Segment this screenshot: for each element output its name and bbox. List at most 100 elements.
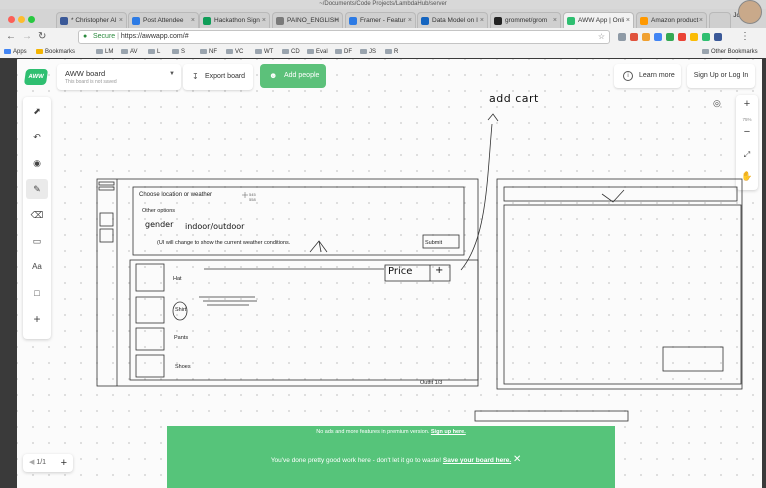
close-tab-icon[interactable]: ×: [119, 13, 123, 28]
browser-chrome: * Christopher Al × Post Attendee × Hackathon…: [0, 9, 766, 58]
tab-label: grommet/grom: [505, 17, 548, 24]
extension-icon[interactable]: [678, 33, 686, 41]
tab-label: AWW App | Onli: [578, 17, 625, 24]
extension-icon[interactable]: [654, 33, 662, 41]
secure-label: Secure: [93, 33, 116, 40]
weather-prompt: Choose location or weather: [139, 192, 213, 198]
extension-icon[interactable]: [702, 33, 710, 41]
favicon-icon: [349, 17, 357, 25]
maximize-window-icon[interactable]: [28, 16, 35, 23]
tab-label: Hackathon Sign: [214, 17, 260, 24]
extension-icon[interactable]: [630, 33, 638, 41]
back-icon[interactable]: ←: [6, 31, 16, 43]
bookmark-item[interactable]: AV: [121, 48, 138, 57]
bookmark-item[interactable]: Bookmarks: [36, 48, 75, 57]
extension-icon[interactable]: [618, 33, 626, 41]
minimize-window-icon[interactable]: [18, 16, 25, 23]
wireframe-menu-line: [98, 181, 115, 186]
close-window-icon[interactable]: [8, 16, 15, 23]
sketch-caret: [309, 240, 328, 253]
extension-icon[interactable]: [666, 33, 674, 41]
close-tab-icon[interactable]: ×: [335, 13, 339, 28]
tab-5[interactable]: Data Model on I ×: [417, 12, 488, 28]
item-label-shirt: Shirt: [175, 307, 187, 313]
favicon-icon: [203, 17, 211, 25]
bookmark-item[interactable]: DF: [335, 48, 352, 57]
prev-page-icon[interactable]: ◀: [29, 459, 34, 466]
bookmark-item[interactable]: NF: [200, 48, 217, 57]
bookmark-item[interactable]: Eval: [307, 48, 328, 57]
add-page-icon[interactable]: +: [61, 454, 67, 472]
close-tab-icon[interactable]: ×: [191, 13, 195, 28]
tab-4[interactable]: Framer - Featur ×: [345, 12, 416, 28]
whiteboard[interactable]: AWW AWW board This board is not saved ▼ …: [17, 59, 762, 488]
bookmark-item[interactable]: L: [148, 48, 160, 57]
url-text: https://awwapp.com/#: [120, 33, 189, 40]
close-tab-icon[interactable]: ×: [553, 13, 557, 28]
avatar[interactable]: [738, 0, 762, 24]
favicon-icon: [640, 17, 648, 25]
bookmarks-bar: Apps Bookmarks LM AV L S NF VC WT CD Eval DF JS R Oth…: [0, 47, 766, 58]
wireframe-side-box: [99, 228, 114, 243]
item-thumb-shoes: [135, 354, 165, 378]
close-tab-icon[interactable]: ×: [699, 13, 703, 28]
new-tab-button[interactable]: [709, 12, 731, 28]
close-tab-icon[interactable]: ×: [626, 13, 630, 28]
tab-2[interactable]: Hackathon Sign ×: [199, 12, 270, 28]
tab-label: Data Model on I: [432, 17, 478, 24]
close-icon[interactable]: ✕: [513, 454, 521, 465]
bookmark-item[interactable]: CD: [282, 48, 300, 57]
item-label-pants: Pants: [174, 335, 189, 341]
signup-link[interactable]: Sign up here.: [431, 429, 466, 435]
bookmark-item[interactable]: JS: [360, 48, 376, 57]
extension-icon[interactable]: [642, 33, 650, 41]
bookmark-star-icon[interactable]: ☆: [598, 31, 605, 43]
item-label-hat: Hat: [173, 276, 182, 282]
lock-icon: ●: [83, 33, 88, 40]
close-tab-icon[interactable]: ×: [262, 13, 266, 28]
address-bar[interactable]: ● Secure | https://awwapp.com/# ☆: [78, 30, 610, 44]
bookmark-item[interactable]: LM: [96, 48, 113, 57]
tab-3[interactable]: PAINO_ENGLISH ×: [272, 12, 343, 28]
reload-icon[interactable]: ↻: [38, 31, 46, 43]
tab-8[interactable]: Amazon product ×: [636, 12, 707, 28]
item-label-shoes: Shoes: [175, 364, 191, 370]
wireframe-right-box: [662, 346, 724, 372]
extension-icon[interactable]: [690, 33, 698, 41]
arrowhead: [487, 113, 499, 122]
tab-strip: * Christopher Al × Post Attendee × Hackathon…: [0, 9, 766, 28]
sketch-checkmark: [601, 189, 625, 203]
item-thumb-hat: [135, 263, 165, 292]
save-text: You've done pretty good work here - don'…: [270, 457, 442, 464]
tab-label: Framer - Featur: [360, 17, 406, 24]
price-label: Price: [388, 266, 413, 277]
close-tab-icon[interactable]: ×: [480, 13, 484, 28]
bookmark-item[interactable]: Apps: [4, 48, 27, 57]
bookmark-item[interactable]: R: [385, 48, 398, 57]
bookmark-item[interactable]: WT: [255, 48, 273, 57]
page-navigator[interactable]: ◀ 1/1 +: [23, 454, 73, 472]
item-thumb-shirt: [135, 296, 165, 324]
tab-7[interactable]: AWW App | Onli ×: [563, 12, 634, 28]
bookmark-item[interactable]: S: [172, 48, 185, 57]
wireframe-menu-line: [98, 186, 115, 191]
ui-note: (UI will change to show the current weat…: [157, 240, 291, 246]
favicon-icon: [132, 17, 140, 25]
tab-1[interactable]: Post Attendee ×: [128, 12, 199, 28]
other-bookmarks[interactable]: Other Bookmarks: [702, 48, 758, 57]
menu-icon[interactable]: ⋮: [740, 31, 750, 43]
indoor-outdoor-label: indoor/outdoor: [185, 222, 245, 231]
save-board-link[interactable]: Save your board here.: [443, 457, 511, 464]
submit-label: Submit: [425, 240, 443, 246]
tab-0[interactable]: * Christopher Al ×: [56, 12, 127, 28]
close-tab-icon[interactable]: ×: [408, 13, 412, 28]
premium-message: No ads and more features in premium vers…: [167, 429, 615, 435]
cursor-coordinate-readout: 545 558: [249, 192, 256, 202]
extension-icon[interactable]: [714, 33, 722, 41]
tab-6[interactable]: grommet/grom ×: [490, 12, 561, 28]
bookmark-item[interactable]: VC: [226, 48, 243, 57]
forward-icon[interactable]: →: [22, 31, 32, 43]
other-options-label: Other options: [142, 208, 176, 214]
item-thumb-pants: [135, 327, 165, 351]
favicon-icon: [421, 17, 429, 25]
